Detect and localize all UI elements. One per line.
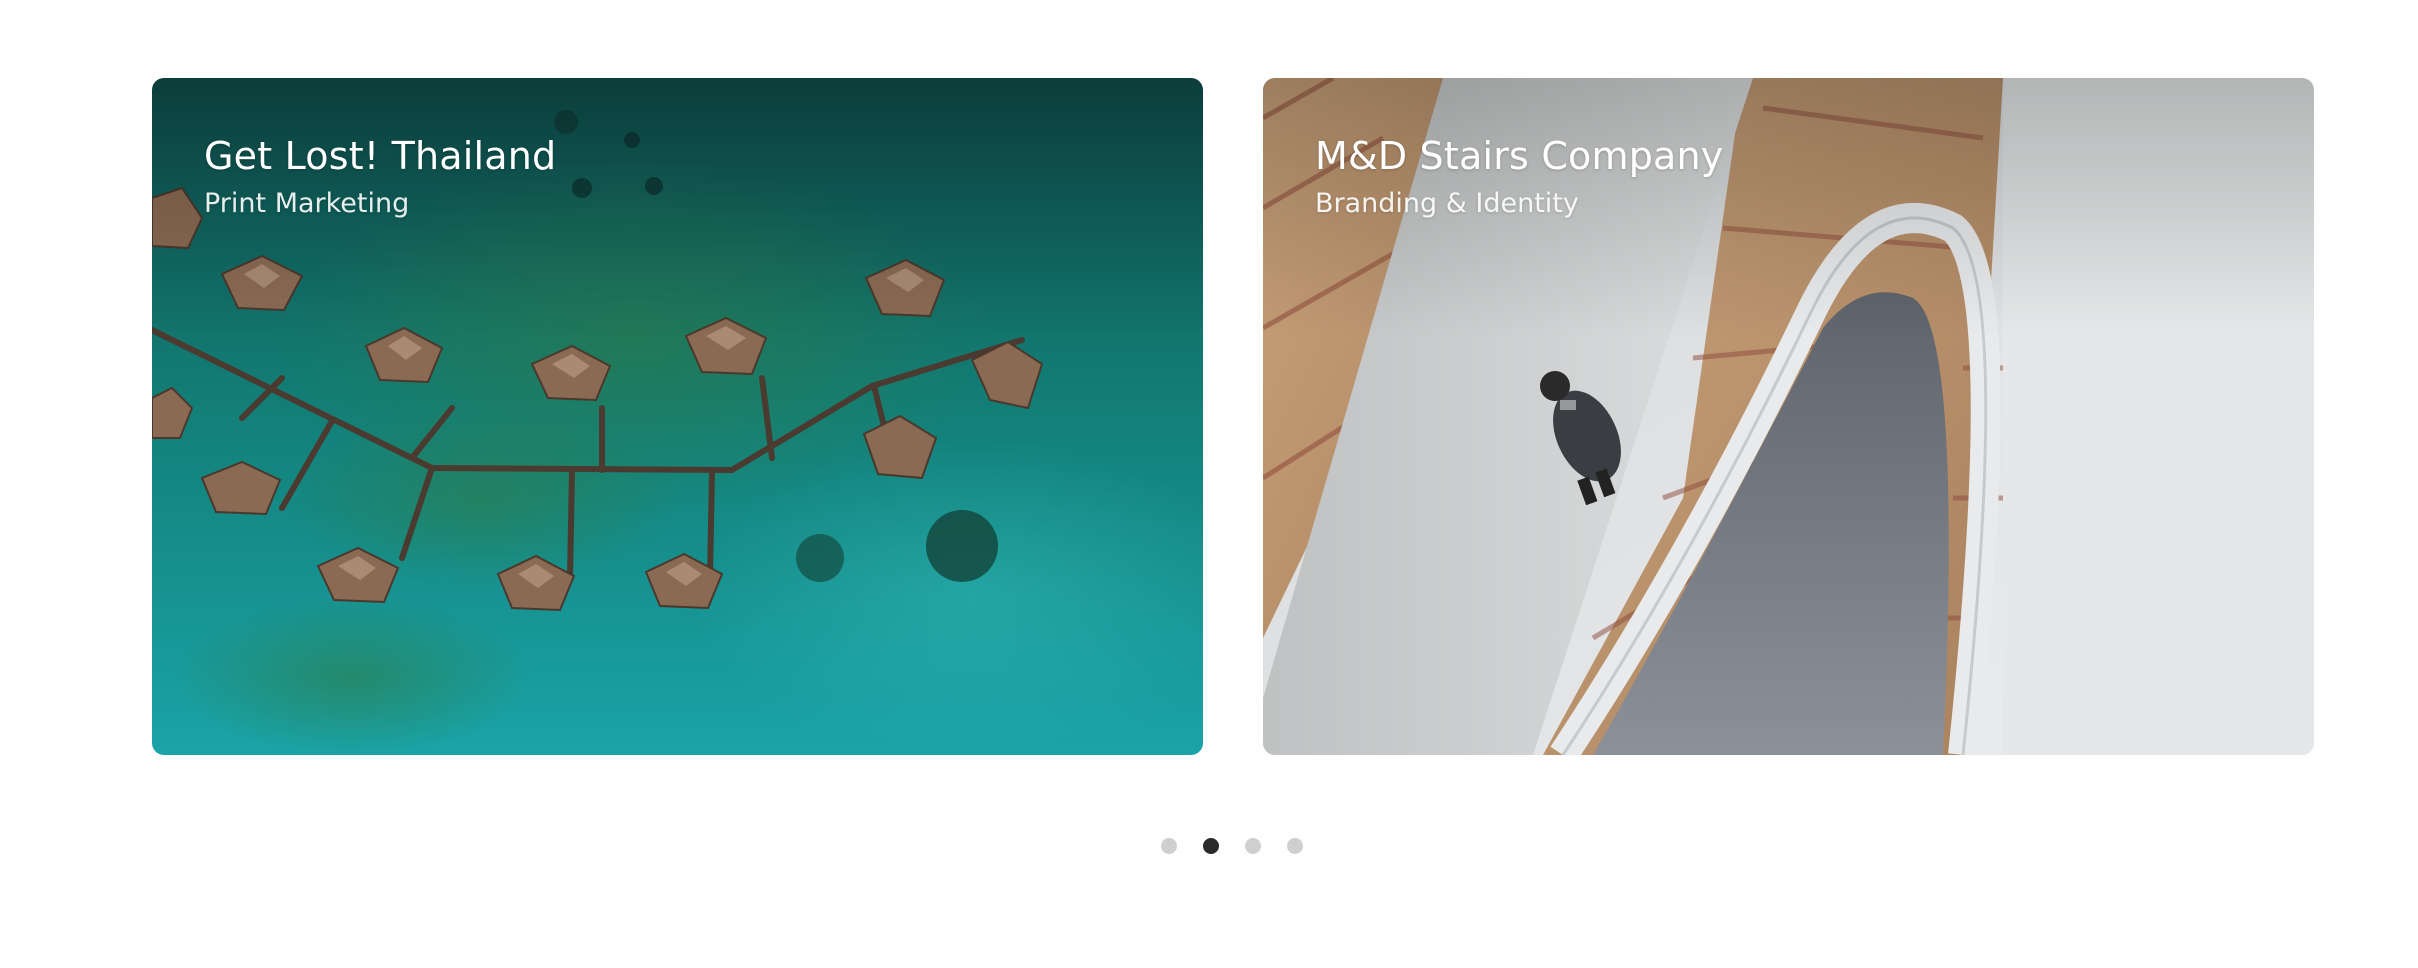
project-card-md-stairs-company[interactable]: M&D Stairs Company Branding & Identity (1263, 78, 2314, 755)
card-caption: Get Lost! Thailand Print Marketing (204, 132, 556, 222)
portfolio-carousel: Get Lost! Thailand Print Marketing M&D S… (0, 0, 2418, 968)
project-category: Print Marketing (204, 188, 410, 219)
project-title[interactable]: Get Lost! Thailand (204, 132, 556, 180)
project-card-get-lost-thailand[interactable]: Get Lost! Thailand Print Marketing (152, 78, 1203, 755)
pagination-dot-4[interactable] (1287, 838, 1303, 854)
project-title[interactable]: M&D Stairs Company (1315, 132, 1724, 180)
pagination-dot-3[interactable] (1245, 838, 1261, 854)
pagination-dot-2-active[interactable] (1203, 838, 1219, 854)
project-category: Branding & Identity (1315, 188, 1579, 219)
pagination-dot-1[interactable] (1161, 838, 1177, 854)
card-caption: M&D Stairs Company Branding & Identity (1315, 132, 1724, 222)
carousel-pagination (1161, 838, 1303, 854)
